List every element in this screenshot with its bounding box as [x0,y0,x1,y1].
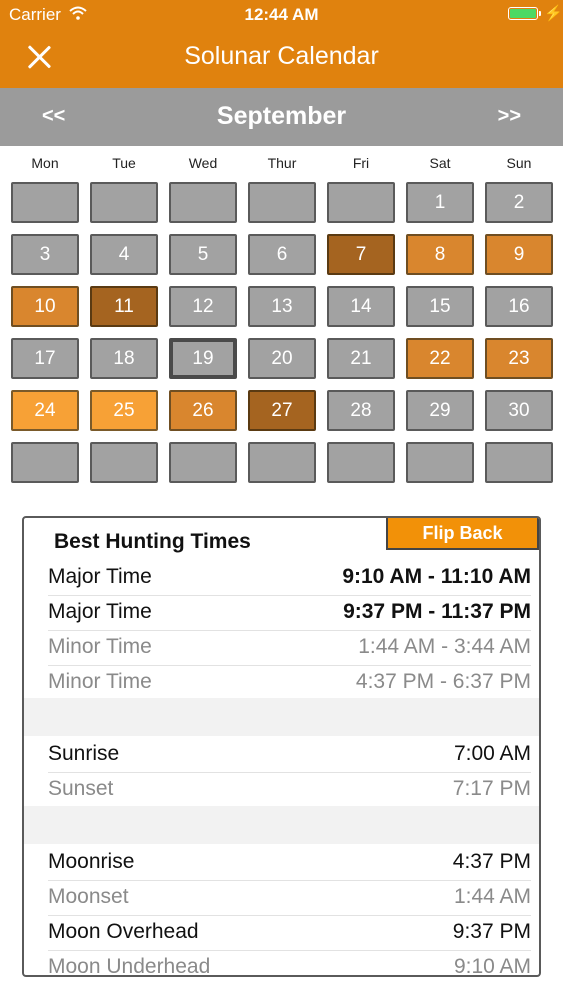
calendar-day-empty [485,442,553,483]
calendar-day[interactable]: 23 [485,338,553,379]
list-item: Minor Time 1:44 AM - 3:44 AM [48,630,531,666]
time-label: Minor Time [48,670,152,693]
calendar-day-empty [169,442,237,483]
calendar-day[interactable]: 12 [169,286,237,327]
calendar-day[interactable]: 22 [406,338,474,379]
moon-label: Moonset [48,885,129,908]
moon-value: 9:10 AM [453,955,531,977]
weekday-label: Wed [188,155,218,171]
calendar-day-empty [90,442,158,483]
time-value: 9:37 PM - 11:37 PM [343,600,531,623]
calendar-day[interactable]: 26 [169,390,237,431]
time-value: 1:44 AM - 3:44 AM [358,635,531,658]
list-item: Moonrise 4:37 PM [48,845,531,881]
list-item: Major Time 9:10 AM - 11:10 AM [48,560,531,596]
calendar-day-empty [169,182,237,223]
list-item: Sunset 7:17 PM [48,772,531,808]
sun-value: 7:17 PM [452,777,531,800]
flip-back-button[interactable]: Flip Back [386,518,539,550]
calendar-day[interactable]: 5 [169,234,237,275]
calendar-day[interactable]: 21 [327,338,395,379]
calendar-day[interactable]: 11 [90,286,158,327]
calendar-day[interactable]: 8 [406,234,474,275]
calendar-day[interactable]: 25 [90,390,158,431]
sun-label: Sunset [48,777,114,800]
moon-label: Moonrise [48,850,135,873]
calendar-day[interactable]: 2 [485,182,553,223]
calendar-day-empty [11,442,79,483]
section-divider [24,806,539,844]
hunting-times-panel: Best Hunting Times Flip Back Major Time … [22,516,541,977]
weekday-label: Fri [352,155,370,171]
moon-label: Moon Underhead [48,955,211,977]
calendar-day-empty [406,442,474,483]
time-label: Major Time [48,600,152,623]
moon-label: Moon Overhead [48,920,199,943]
calendar-day[interactable]: 16 [485,286,553,327]
calendar-day[interactable]: 7 [327,234,395,275]
calendar-day[interactable]: 17 [11,338,79,379]
calendar-day[interactable]: 1 [406,182,474,223]
page-title: Solunar Calendar [184,42,379,70]
status-bar: Carrier 12:44 AM ⚡ [0,0,563,28]
calendar-day[interactable]: 20 [248,338,316,379]
calendar-day[interactable]: 10 [11,286,79,327]
list-item: Major Time 9:37 PM - 11:37 PM [48,595,531,631]
list-item: Minor Time 4:37 PM - 6:37 PM [48,665,531,701]
weekday-label: Sat [429,155,451,171]
calendar-day[interactable]: 9 [485,234,553,275]
calendar-day[interactable]: 18 [90,338,158,379]
sun-value: 7:00 AM [453,742,531,765]
calendar-day-empty [248,442,316,483]
calendar-day[interactable]: 13 [248,286,316,327]
moon-value: 4:37 PM [452,850,531,873]
weekday-label: Mon [31,155,59,171]
calendar-day-empty [248,182,316,223]
calendar-day-empty [327,182,395,223]
panel-title: Best Hunting Times [54,530,251,553]
section-divider [24,698,539,736]
moon-value: 9:37 PM [452,920,531,943]
time-label: Minor Time [48,635,152,658]
month-bar: << September >> [0,88,563,146]
battery-icon [508,7,541,20]
calendar-day[interactable]: 14 [327,286,395,327]
next-month-button[interactable]: >> [498,105,521,128]
list-item: Moonset 1:44 AM [48,880,531,916]
time-value: 4:37 PM - 6:37 PM [355,670,531,693]
calendar-day[interactable]: 15 [406,286,474,327]
status-time: 12:44 AM [244,5,319,24]
time-label: Major Time [48,565,152,588]
weekday-label: Tue [112,155,136,171]
calendar-day-empty [327,442,395,483]
time-value: 9:10 AM - 11:10 AM [342,565,531,588]
list-item: Sunrise 7:00 AM [48,737,531,773]
calendar-day[interactable]: 4 [90,234,158,275]
calendar-day[interactable]: 29 [406,390,474,431]
list-item: Moon Overhead 9:37 PM [48,915,531,951]
charging-bolt-icon: ⚡ [544,5,563,22]
calendar-day[interactable]: 27 [248,390,316,431]
sun-label: Sunrise [48,742,120,765]
calendar-day-empty [11,182,79,223]
moon-value: 1:44 AM [453,885,531,908]
calendar-day[interactable]: 28 [327,390,395,431]
month-title: September [216,102,347,130]
calendar-day-empty [90,182,158,223]
calendar-day[interactable]: 24 [11,390,79,431]
weekday-label: Sun [506,155,532,171]
list-item: Moon Underhead 9:10 AM [48,950,531,977]
calendar-day[interactable]: 3 [11,234,79,275]
calendar-day[interactable]: 19 [169,338,237,379]
calendar-day[interactable]: 30 [485,390,553,431]
weekday-label: Thur [267,155,297,171]
calendar-day[interactable]: 6 [248,234,316,275]
nav-bar: Solunar Calendar [0,28,563,88]
